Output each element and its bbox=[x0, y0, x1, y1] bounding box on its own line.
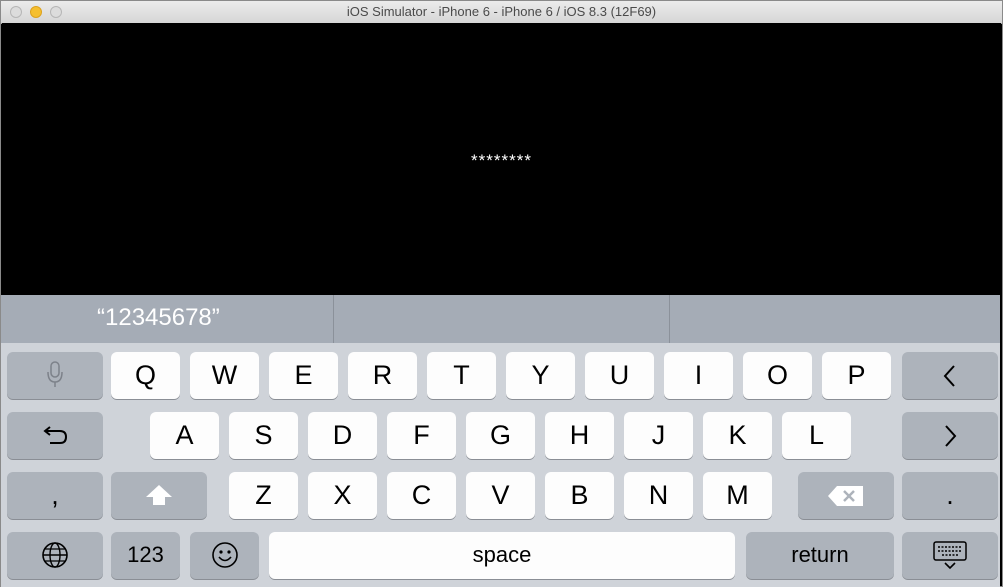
key-r[interactable]: R bbox=[348, 352, 417, 399]
key-o[interactable]: O bbox=[743, 352, 812, 399]
delete-key[interactable] bbox=[798, 472, 894, 519]
key-f[interactable]: F bbox=[387, 412, 456, 459]
simulator-screen: ******** bbox=[2, 23, 1001, 296]
key-a[interactable]: A bbox=[150, 412, 219, 459]
key-g[interactable]: G bbox=[466, 412, 535, 459]
key-l[interactable]: L bbox=[782, 412, 851, 459]
dictation-key[interactable] bbox=[7, 352, 103, 399]
password-field-masked[interactable]: ******** bbox=[2, 151, 1001, 171]
next-field-key[interactable] bbox=[902, 412, 998, 459]
key-j[interactable]: J bbox=[624, 412, 693, 459]
dismiss-keyboard-key[interactable] bbox=[902, 532, 998, 579]
key-s[interactable]: S bbox=[229, 412, 298, 459]
prediction-text: “12345678” bbox=[97, 304, 220, 331]
predictive-bar: “12345678” bbox=[1, 295, 1000, 343]
key-t[interactable]: T bbox=[427, 352, 496, 399]
key-k[interactable]: K bbox=[703, 412, 772, 459]
title-bar: iOS Simulator - iPhone 6 - iPhone 6 / iO… bbox=[1, 1, 1002, 24]
undo-arrow-icon bbox=[43, 426, 68, 444]
chevron-left-icon bbox=[943, 365, 955, 387]
shift-arrow-icon bbox=[146, 485, 172, 505]
key-m[interactable]: M bbox=[703, 472, 772, 519]
return-key[interactable]: return bbox=[746, 532, 894, 579]
undo-key[interactable] bbox=[7, 412, 103, 459]
previous-field-key[interactable] bbox=[902, 352, 998, 399]
globe-key[interactable] bbox=[7, 532, 103, 579]
key-h[interactable]: H bbox=[545, 412, 614, 459]
onscreen-keyboard: QWERTYUIOP ASDFGHJKL , ZXCVBNM . 123 spa… bbox=[1, 343, 1000, 587]
key-v[interactable]: V bbox=[466, 472, 535, 519]
key-z[interactable]: Z bbox=[229, 472, 298, 519]
key-b[interactable]: B bbox=[545, 472, 614, 519]
keyboard-dismiss-icon bbox=[933, 541, 967, 570]
window-title: iOS Simulator - iPhone 6 - iPhone 6 / iO… bbox=[346, 4, 657, 19]
key-x[interactable]: X bbox=[308, 472, 377, 519]
period-key[interactable]: . bbox=[902, 472, 998, 519]
comma-key[interactable]: , bbox=[7, 472, 103, 519]
key-c[interactable]: C bbox=[387, 472, 456, 519]
key-p[interactable]: P bbox=[822, 352, 891, 399]
numbers-key[interactable]: 123 bbox=[111, 532, 180, 579]
key-q[interactable]: Q bbox=[111, 352, 180, 399]
key-e[interactable]: E bbox=[269, 352, 338, 399]
backspace-icon bbox=[828, 486, 863, 506]
chevron-right-icon bbox=[945, 425, 957, 447]
key-w[interactable]: W bbox=[190, 352, 259, 399]
space-key[interactable]: space bbox=[269, 532, 735, 579]
emoji-icon bbox=[211, 542, 238, 568]
microphone-icon bbox=[47, 361, 63, 387]
prediction-slot-3[interactable] bbox=[670, 295, 1000, 343]
key-n[interactable]: N bbox=[624, 472, 693, 519]
prediction-slot-1[interactable]: “12345678” bbox=[1, 295, 334, 343]
shift-key[interactable] bbox=[111, 472, 207, 519]
key-y[interactable]: Y bbox=[506, 352, 575, 399]
key-u[interactable]: U bbox=[585, 352, 654, 399]
emoji-key[interactable] bbox=[190, 532, 259, 579]
key-i[interactable]: I bbox=[664, 352, 733, 399]
key-d[interactable]: D bbox=[308, 412, 377, 459]
prediction-slot-2[interactable] bbox=[334, 295, 670, 343]
globe-icon bbox=[42, 542, 68, 568]
